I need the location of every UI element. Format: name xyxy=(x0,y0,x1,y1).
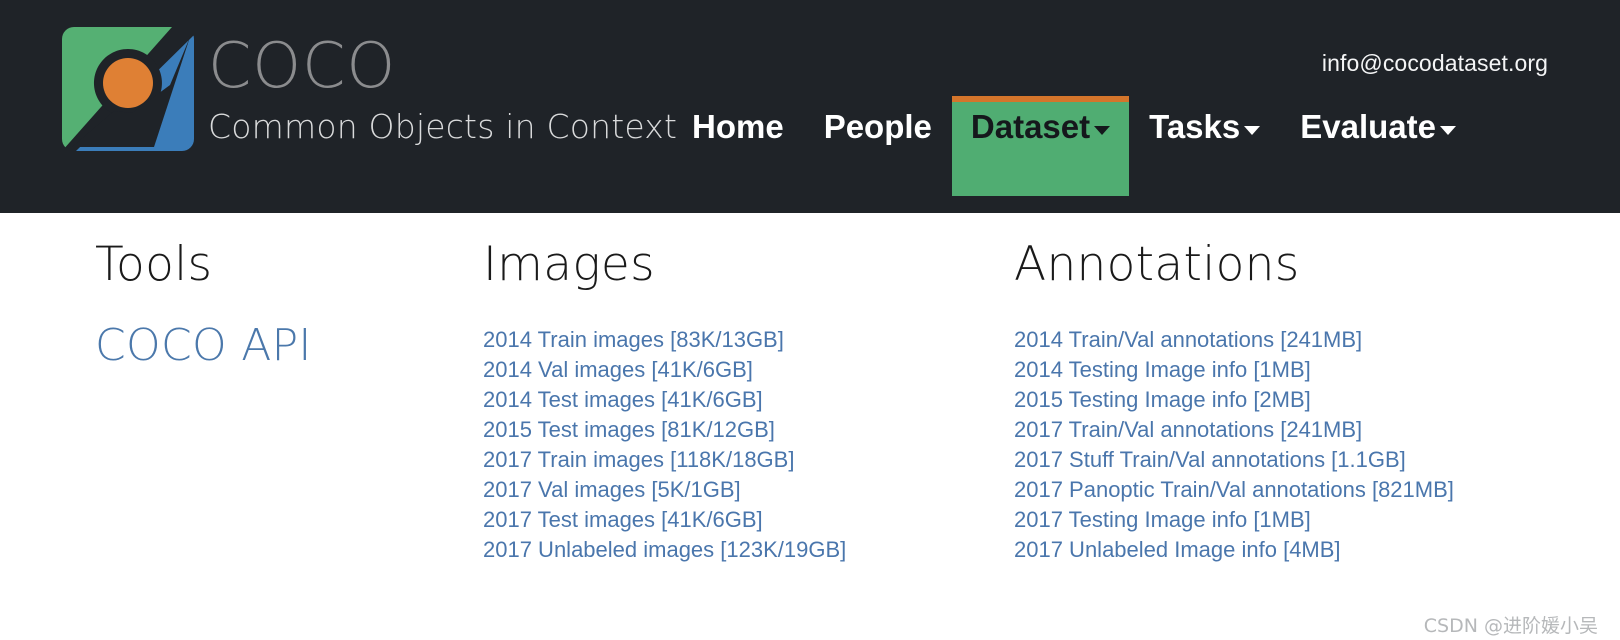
list-item: 2015 Testing Image info [2MB] xyxy=(1014,385,1574,415)
nav-item-people[interactable]: People xyxy=(804,96,952,196)
download-link[interactable]: 2017 Stuff Train/Val annotations [1.1GB] xyxy=(1014,445,1406,475)
csdn-watermark: CSDN @进阶媛小吴 xyxy=(1423,615,1598,637)
list-item: 2014 Train/Val annotations [241MB] xyxy=(1014,325,1574,355)
list-item: 2017 Test images [41K/6GB] xyxy=(483,505,1003,535)
list-item: 2017 Unlabeled images [123K/19GB] xyxy=(483,535,1003,565)
contact-email[interactable]: info@cocodataset.org xyxy=(1322,50,1548,77)
list-item: 2014 Train images [83K/13GB] xyxy=(483,325,1003,355)
list-item: 2017 Testing Image info [1MB] xyxy=(1014,505,1574,535)
download-link[interactable]: 2017 Panoptic Train/Val annotations [821… xyxy=(1014,475,1454,505)
nav-item-label: Tasks xyxy=(1149,108,1241,145)
list-item: 2017 Panoptic Train/Val annotations [821… xyxy=(1014,475,1574,505)
nav-item-dataset[interactable]: Dataset xyxy=(951,96,1130,196)
list-item: 2014 Testing Image info [1MB] xyxy=(1014,355,1574,385)
download-link[interactable]: 2017 Test images [41K/6GB] xyxy=(483,505,763,535)
download-link[interactable]: 2017 Testing Image info [1MB] xyxy=(1014,505,1311,535)
download-link[interactable]: 2017 Train/Val annotations [241MB] xyxy=(1014,415,1362,445)
nav-item-label: People xyxy=(823,108,932,145)
nav-item-label: Evaluate xyxy=(1300,108,1436,145)
nav-item-evaluate[interactable]: Evaluate xyxy=(1280,96,1476,196)
list-item: 2017 Stuff Train/Val annotations [1.1GB] xyxy=(1014,445,1574,475)
brand-text: COCO Common Objects in Context xyxy=(208,33,677,143)
coco-logo-icon xyxy=(62,27,194,151)
list-item: 2014 Val images [41K/6GB] xyxy=(483,355,1003,385)
nav-item-tasks[interactable]: Tasks xyxy=(1129,96,1280,196)
column-heading-annotations: Annotations xyxy=(1014,237,1300,292)
column-tools: Tools COCO API xyxy=(95,241,465,368)
brand-subtitle: Common Objects in Context xyxy=(208,107,678,147)
nav-item-label: Dataset xyxy=(970,108,1091,145)
download-link[interactable]: 2017 Train images [118K/18GB] xyxy=(483,445,794,475)
main-content: Tools COCO API Images 2014 Train images … xyxy=(0,213,1620,640)
chevron-down-icon xyxy=(1440,126,1456,135)
list-item: 2015 Test images [81K/12GB] xyxy=(483,415,1003,445)
list-item: 2017 Val images [5K/1GB] xyxy=(483,475,1003,505)
chevron-down-icon xyxy=(1244,126,1261,135)
list-item: 2017 Unlabeled Image info [4MB] xyxy=(1014,535,1574,565)
download-link[interactable]: 2017 Unlabeled Image info [4MB] xyxy=(1014,535,1341,565)
download-link[interactable]: 2015 Test images [81K/12GB] xyxy=(483,415,775,445)
images-link-list: 2014 Train images [83K/13GB] 2014 Val im… xyxy=(483,325,1003,565)
link-coco-api[interactable]: COCO API xyxy=(95,324,312,368)
brand-logo-block[interactable]: COCO Common Objects in Context xyxy=(62,27,677,151)
download-link[interactable]: 2017 Val images [5K/1GB] xyxy=(483,475,741,505)
list-item: 2017 Train/Val annotations [241MB] xyxy=(1014,415,1574,445)
list-item: 2014 Test images [41K/6GB] xyxy=(483,385,1003,415)
site-header: COCO Common Objects in Context info@coco… xyxy=(0,0,1620,213)
nav-item-home[interactable]: Home xyxy=(672,96,804,196)
download-link[interactable]: 2014 Testing Image info [1MB] xyxy=(1014,355,1311,385)
download-link[interactable]: 2014 Val images [41K/6GB] xyxy=(483,355,753,385)
download-link[interactable]: 2017 Unlabeled images [123K/19GB] xyxy=(483,535,846,565)
brand-title: COCO xyxy=(208,29,397,102)
download-link[interactable]: 2014 Test images [41K/6GB] xyxy=(483,385,763,415)
annotations-link-list: 2014 Train/Val annotations [241MB] 2014 … xyxy=(1014,325,1574,565)
download-link[interactable]: 2015 Testing Image info [2MB] xyxy=(1014,385,1311,415)
chevron-down-icon xyxy=(1094,126,1111,135)
nav-item-label: Home xyxy=(692,108,784,145)
column-heading-images: Images xyxy=(483,237,655,292)
column-images: Images 2014 Train images [83K/13GB] 2014… xyxy=(483,241,1003,565)
download-link[interactable]: 2014 Train/Val annotations [241MB] xyxy=(1014,325,1362,355)
column-annotations: Annotations 2014 Train/Val annotations [… xyxy=(1014,241,1574,565)
column-heading-tools: Tools xyxy=(95,237,213,292)
list-item: 2017 Train images [118K/18GB] xyxy=(483,445,1003,475)
download-link[interactable]: 2014 Train images [83K/13GB] xyxy=(483,325,784,355)
main-navigation: Home People Dataset Tasks Evaluate xyxy=(672,96,1476,196)
